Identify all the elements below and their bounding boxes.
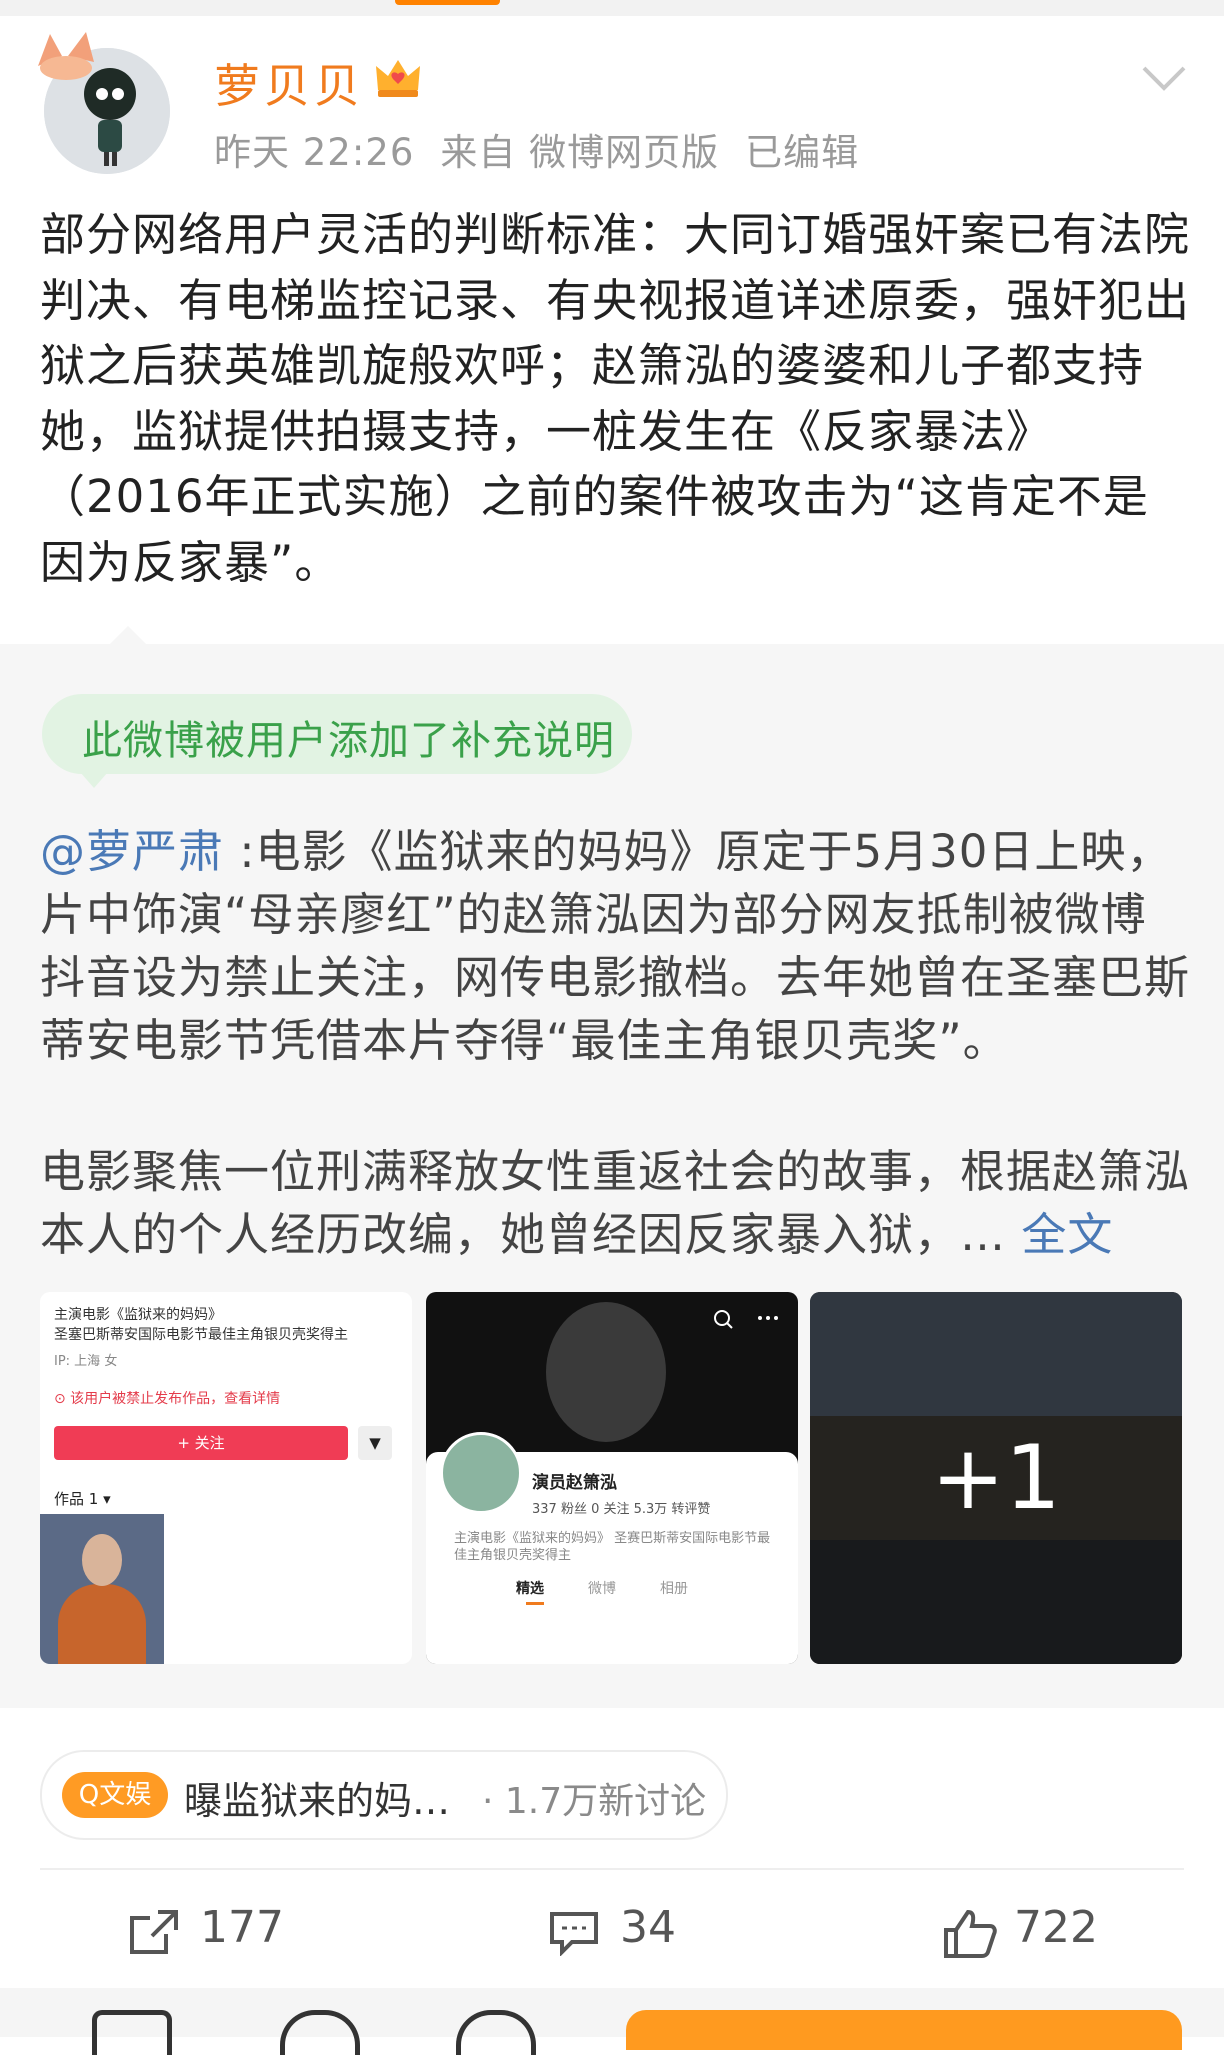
img2-tab-3: 相册 — [660, 1581, 688, 1597]
img1-line-1: 主演电影《监狱来的妈妈》 — [54, 1307, 222, 1323]
post-time: 昨天 22:26 — [214, 131, 415, 174]
image-thumbnail-2[interactable]: 演员赵箫泓 337 粉丝 0 关注 5.3万 转评赞 主演电影《监狱来的妈妈》 … — [426, 1292, 798, 1664]
status-strip — [0, 0, 1224, 16]
topic-count: · 1.7万新讨论 — [482, 1781, 707, 1822]
img1-warning: ⊙ 该用户被禁止发布作品，查看详情 — [54, 1391, 281, 1407]
img2-tab-1: 精选 — [516, 1581, 544, 1597]
img1-line-2: 圣塞巴斯蒂安国际电影节最佳主角银贝壳奖得主 — [54, 1327, 348, 1343]
img1-video-thumb — [40, 1514, 164, 1664]
divider — [40, 1868, 1184, 1870]
chevron-down-icon[interactable] — [1140, 58, 1188, 98]
supplement-text-2: 电影聚焦一位刑满释放女性重返社会的故事，根据赵箫泓本人的个人经历改编，她曾经因反… — [40, 1145, 1191, 1261]
avatar[interactable] — [38, 32, 170, 174]
topic-title: 曝监狱来的妈… — [184, 1779, 451, 1823]
full-text-link[interactable]: 全文 — [1021, 1208, 1113, 1261]
topic-tag: Q文娱 — [62, 1772, 168, 1818]
supplement-notch — [108, 626, 148, 646]
img2-avatar — [440, 1432, 522, 1514]
repost-count: 177 — [200, 1902, 284, 1953]
img2-stats: 337 粉丝 0 关注 5.3万 转评赞 — [532, 1502, 711, 1517]
repost-icon — [130, 1910, 178, 1954]
img2-tab-2: 微博 — [588, 1581, 616, 1597]
more-images-count: +1 — [810, 1292, 1182, 1664]
img1-follow-button: + 关注 — [54, 1426, 348, 1460]
bottom-icon-1[interactable] — [92, 2010, 172, 2055]
img2-search-icon — [714, 1310, 778, 1329]
img1-person-body — [58, 1584, 146, 1664]
bottom-action-button[interactable] — [626, 2010, 1182, 2050]
supplement-badge-notch — [80, 772, 108, 788]
fox-ears-icon — [38, 32, 94, 80]
supplement-text: @萝严肃 :电影《监狱来的妈妈》原定于5月30日上映，片中饰演“母亲廖红”的赵箫… — [40, 820, 1190, 1072]
accent-pill — [395, 0, 500, 5]
comment-count: 34 — [620, 1902, 676, 1953]
supplement-badge[interactable]: 此微博被用户添加了补充说明 — [42, 694, 632, 774]
image-thumbnail-1[interactable]: 主演电影《监狱来的妈妈》 圣塞巴斯蒂安国际电影节最佳主角银贝壳奖得主 IP: 上… — [40, 1292, 412, 1664]
mention-link[interactable]: @萝严肃 — [40, 825, 224, 878]
topic-pill[interactable]: Q文娱 曝监狱来的妈… · 1.7万新讨论 — [40, 1750, 728, 1840]
post-meta: 昨天 22:26 来自 微博网页版 已编辑 — [214, 122, 885, 176]
img2-name: 演员赵箫泓 — [532, 1473, 617, 1493]
like-count: 722 — [1014, 1902, 1098, 1953]
edited-label[interactable]: 已编辑 — [745, 131, 859, 174]
supplement-text-2-block: 电影聚焦一位刑满释放女性重返社会的故事，根据赵箫泓本人的个人经历改编，她曾经因反… — [40, 1140, 1190, 1266]
img1-person-face — [82, 1534, 122, 1586]
username[interactable]: 萝贝贝 — [214, 50, 364, 116]
img2-tab-underline — [526, 1602, 544, 1605]
img1-ip: IP: 上海 女 — [54, 1354, 118, 1369]
img1-works: 作品 1 ▾ — [54, 1490, 111, 1508]
img2-stage-figure — [546, 1302, 666, 1442]
img2-tabs: 精选 微博 相册 — [516, 1578, 732, 1598]
img1-dropdown-icon: ▼ — [358, 1426, 392, 1460]
supplement-badge-label: 此微博被用户添加了补充说明 — [82, 718, 615, 764]
thumbs-up-icon — [944, 1909, 997, 1958]
post-body: 部分网络用户灵活的判断标准：大同订婚强奸案已有法院判决、有电梯监控记录、有央视报… — [40, 208, 1191, 589]
img2-desc: 主演电影《监狱来的妈妈》 圣赛巴斯蒂安国际电影节最佳主角银贝壳奖得主 — [454, 1531, 771, 1563]
crown-icon[interactable] — [372, 54, 424, 102]
comment-icon — [550, 1912, 598, 1956]
post-source: 来自 微博网页版 — [440, 131, 720, 174]
image-thumbnail-3[interactable]: +1 — [810, 1292, 1182, 1664]
